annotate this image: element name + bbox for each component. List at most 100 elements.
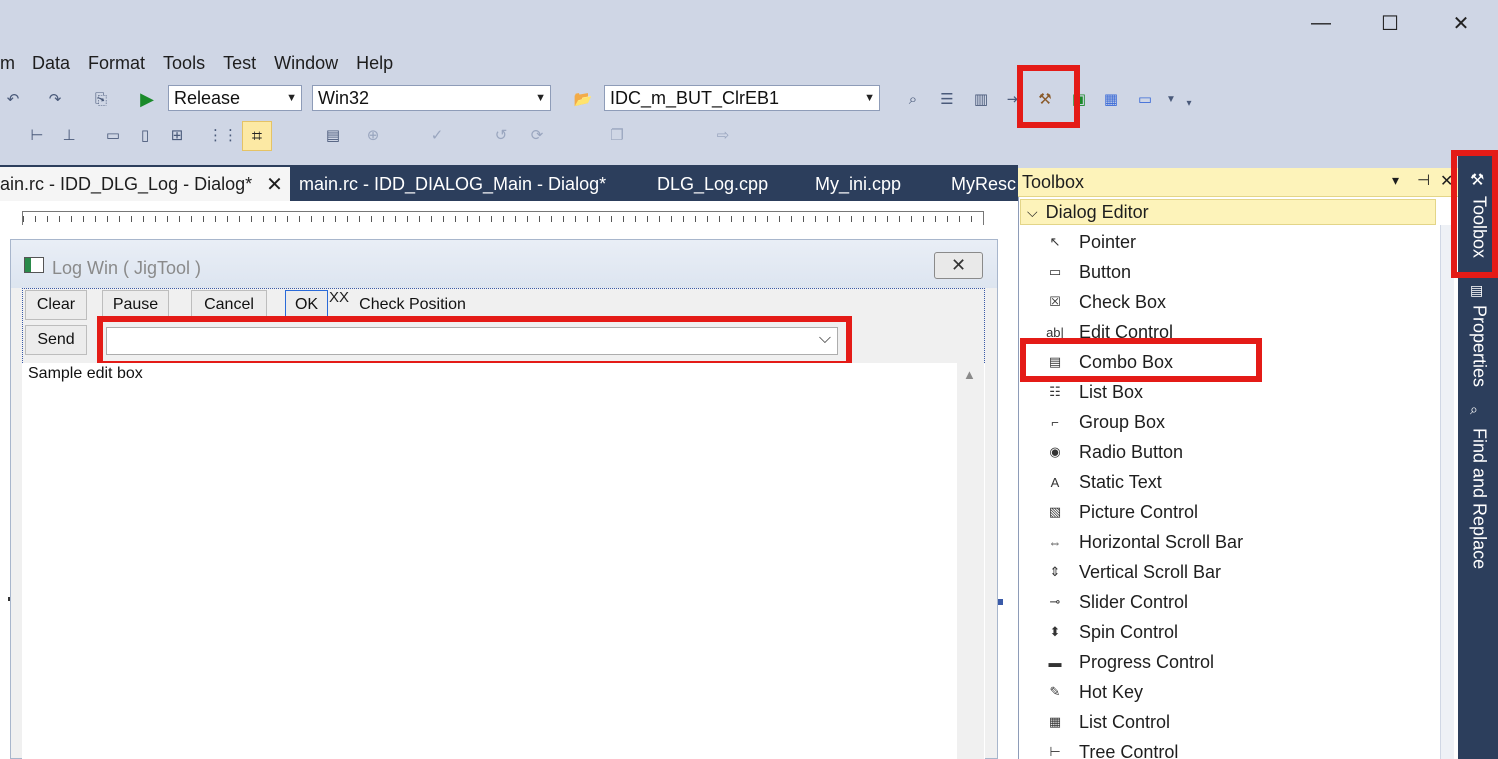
maximize-button[interactable]: ☐: [1367, 8, 1413, 38]
horizontal-scroll-bar-icon: ⇔: [1048, 534, 1062, 550]
menu-item-help[interactable]: Help: [347, 53, 402, 74]
list-control-icon: ▦: [1048, 714, 1062, 729]
toolbox-item-vertical-scroll-bar[interactable]: ⇕ Vertical Scroll Bar: [1040, 557, 1420, 587]
chevron-down-icon: ⌵: [1027, 203, 1038, 220]
side-tab-properties[interactable]: Properties: [1465, 305, 1493, 391]
redo-icon[interactable]: ↷: [44, 88, 66, 110]
check-mnemonics-icon[interactable]: ✓: [426, 124, 448, 146]
toolbox-item-tree-control[interactable]: ⊢ Tree Control: [1040, 737, 1420, 759]
side-tab-find-and-replace[interactable]: Find and Replace: [1465, 428, 1493, 570]
slider-control-icon: ⊸: [1049, 594, 1061, 609]
resource-id-combo[interactable]: IDC_m_BUT_ClrEB1 ▼: [604, 85, 880, 111]
same-size-icon[interactable]: ⊞: [166, 124, 188, 146]
menu-item-data[interactable]: Data: [24, 53, 79, 74]
dropdown-icon[interactable]: ▾: [1392, 172, 1399, 189]
send-button[interactable]: Send: [25, 325, 87, 355]
resource-icon[interactable]: ▦: [1100, 88, 1122, 110]
guides-icon[interactable]: ⌗: [242, 121, 272, 151]
grid-icon[interactable]: ⋮⋮: [208, 124, 238, 146]
progress-control-icon: ▬: [1048, 654, 1062, 670]
minimize-button[interactable]: —: [1298, 8, 1344, 38]
toolbox-item-group-box[interactable]: ⌐ Group Box: [1040, 407, 1420, 437]
tab-label: DLG_Log.cpp: [657, 173, 769, 194]
dialog-close-button[interactable]: ✕: [934, 252, 983, 279]
vertical-scroll-bar-icon: ⇕: [1049, 564, 1061, 579]
tab-myresc[interactable]: MyResc: [951, 167, 1017, 201]
close-window-button[interactable]: ✕: [1438, 8, 1484, 38]
tab-idd-dialog-main[interactable]: main.rc - IDD_DIALOG_Main - Dialog*: [299, 167, 606, 201]
class-view-icon[interactable]: ▥: [970, 88, 992, 110]
same-width-icon[interactable]: ▭: [102, 124, 124, 146]
edit-scrollbar[interactable]: ▲: [957, 363, 984, 759]
tab-dlg-log-cpp[interactable]: DLG_Log.cpp: [657, 167, 768, 201]
refresh-icon[interactable]: ↺: [490, 124, 512, 146]
toolbox-item-hot-key[interactable]: ✎ Hot Key: [1040, 677, 1420, 707]
toolbox-item-check-box[interactable]: ☒ Check Box: [1040, 287, 1420, 317]
clear-button[interactable]: Clear: [25, 290, 87, 320]
tab-label: My_ini.cpp: [815, 173, 902, 194]
align-vertical-icon[interactable]: ⊥: [58, 124, 80, 146]
toolbox-item-picture-control[interactable]: ▧ Picture Control: [1040, 497, 1420, 527]
open-folder-icon[interactable]: 📂: [572, 88, 594, 110]
toolbox-item-label: Hot Key: [1079, 681, 1144, 702]
group-label: Dialog Editor: [1045, 201, 1149, 222]
toolbox-item-label: List Box: [1079, 381, 1144, 402]
undo-icon[interactable]: ↶: [2, 88, 24, 110]
static-text-icon: A: [1050, 474, 1060, 490]
properties-icon[interactable]: ☰: [936, 88, 958, 110]
maximize-icon: ☐: [1381, 12, 1399, 35]
toolbox-item-pointer[interactable]: ↖ Pointer: [1040, 227, 1420, 257]
tree-control-icon: ⊢: [1049, 744, 1061, 759]
menu-item-partial[interactable]: m: [0, 53, 24, 74]
toolbox-item-progress-control[interactable]: ▬ Progress Control: [1040, 647, 1420, 677]
pin-icon[interactable]: ⊣: [1417, 171, 1430, 189]
toolbox-item-label: Check Box: [1079, 291, 1167, 312]
close-icon[interactable]: ✕: [266, 172, 283, 197]
menu-bar: m Data Format Tools Test Window Help: [0, 48, 1498, 78]
platform-combo[interactable]: Win32 ▼: [312, 85, 551, 111]
tab-idd-dlg-log[interactable]: ain.rc - IDD_DLG_Log - Dialog* ✕: [0, 167, 290, 201]
hot-key-icon: ✎: [1049, 684, 1061, 699]
terminal-icon[interactable]: ▭: [1134, 88, 1156, 110]
browse-icon[interactable]: ⌕: [902, 88, 924, 110]
toolbox-group-dialog-editor[interactable]: ⌵ Dialog Editor: [1020, 199, 1436, 225]
toolbox-item-label: Static Text: [1079, 471, 1162, 492]
same-height-icon[interactable]: ▯: [134, 124, 156, 146]
close-icon: ✕: [950, 255, 967, 275]
menu-item-window[interactable]: Window: [265, 53, 347, 74]
step-icon[interactable]: ⇨: [712, 124, 734, 146]
align-horizontal-icon[interactable]: ⊢: [26, 124, 48, 146]
toolbox-scrollbar[interactable]: [1440, 225, 1454, 759]
overflow-icon[interactable]: ▾: [1178, 92, 1200, 114]
sync-icon[interactable]: ⟳: [526, 124, 548, 146]
toolbox-item-horizontal-scroll-bar[interactable]: ⇔ Horizontal Scroll Bar: [1040, 527, 1420, 557]
log-edit-box[interactable]: Sample edit box: [22, 363, 985, 759]
toolbox-item-list-control[interactable]: ▦ List Control: [1040, 707, 1420, 737]
tab-label: main.rc - IDD_DIALOG_Main - Dialog*: [299, 173, 607, 194]
chevron-down-icon: ▼: [535, 92, 546, 104]
copy-icon[interactable]: ❐: [606, 124, 628, 146]
toolbox-item-label: Pointer: [1079, 231, 1137, 252]
button-icon: ▭: [1048, 264, 1062, 279]
toolbox-item-spin-control[interactable]: ⬍ Spin Control: [1040, 617, 1420, 647]
picture-control-icon: ▧: [1048, 504, 1062, 519]
test-dialog-icon[interactable]: ▤: [322, 124, 344, 146]
toolbox-item-button[interactable]: ▭ Button: [1040, 257, 1420, 287]
save-icon[interactable]: ⎘: [90, 88, 112, 110]
tab-my-ini-cpp[interactable]: My_ini.cpp: [815, 167, 901, 201]
toolbox-item-slider-control[interactable]: ⊸ Slider Control: [1040, 587, 1420, 617]
play-icon[interactable]: ▶: [136, 88, 158, 110]
toolbox-item-radio-button[interactable]: ◉ Radio Button: [1040, 437, 1420, 467]
toolbox-item-label: Spin Control: [1079, 621, 1179, 642]
toolbox-item-static-text[interactable]: A Static Text: [1040, 467, 1420, 497]
menu-item-format[interactable]: Format: [79, 53, 154, 74]
menu-item-tools[interactable]: Tools: [154, 53, 214, 74]
scroll-up-icon[interactable]: ▲: [963, 367, 976, 382]
tab-order-icon[interactable]: ⊕: [362, 124, 384, 146]
configuration-value: Release: [174, 87, 241, 108]
toolbox-title: Toolbox: [1022, 172, 1085, 192]
side-tab-label: Find and Replace: [1469, 428, 1490, 570]
chevron-down-icon: ▼: [286, 92, 297, 104]
configuration-combo[interactable]: Release ▼: [168, 85, 302, 111]
menu-item-test[interactable]: Test: [214, 53, 265, 74]
